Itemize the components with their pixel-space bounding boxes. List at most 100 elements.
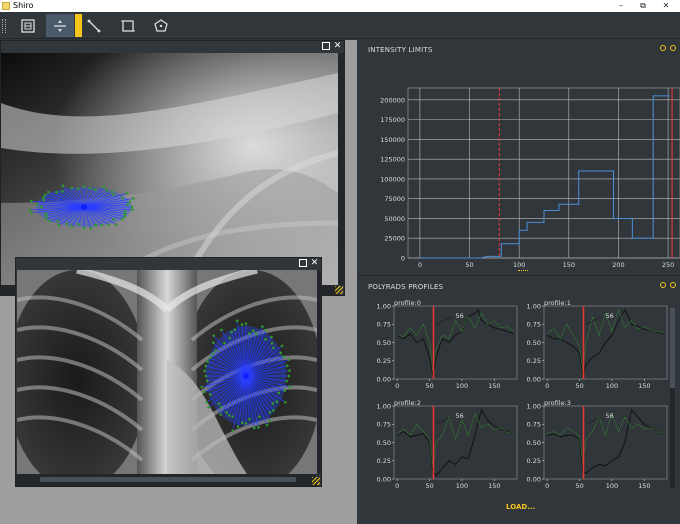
profile-chart-0[interactable]: profile:0 0 50 100 150 0.00 0.25 0.50 0.75 1.00 56	[377, 299, 518, 390]
profile-chart-3[interactable]: profile:3 0 50 100 150 0.00 0.25 0.50 0.75 1.00 56	[527, 399, 668, 490]
horizontal-scrollbar-2[interactable]	[16, 474, 317, 486]
profile-title: profile:0	[394, 299, 421, 307]
toolbar-grip[interactable]	[2, 19, 6, 33]
maximize-icon[interactable]	[322, 42, 330, 50]
roi-point	[251, 329, 255, 333]
profile-chart-2[interactable]: profile:2 0 50 100 150 0.00 0.25 0.50 0.75 1.00 56	[377, 399, 518, 490]
roi-point	[283, 389, 286, 392]
roi-point	[288, 385, 292, 389]
title-bar: Shiro – ⧉ ✕	[0, 0, 680, 12]
x-tick-label: 0	[545, 482, 549, 490]
intensity-limits-chart[interactable]: 0 50 100 150 200 250 0 25000 50000 75000 100000 125…	[358, 54, 680, 274]
roi-point	[131, 208, 134, 211]
x-tick-label: 250	[662, 261, 674, 269]
tool-line-measure[interactable]	[80, 14, 108, 37]
xray-view-2[interactable]: ✕	[15, 257, 322, 487]
close-dock-icon[interactable]	[670, 282, 676, 288]
image-frame-icon	[21, 18, 35, 33]
close-button[interactable]: ✕	[655, 0, 677, 12]
roi-center	[243, 373, 249, 379]
y-tick-label: 0.25	[377, 357, 391, 365]
load-button[interactable]: LOAD...	[506, 503, 535, 511]
roi-point	[287, 374, 291, 378]
horizontal-scrollbar-thumb-2[interactable]	[40, 477, 296, 482]
app-icon	[2, 2, 10, 10]
roi-center	[81, 204, 87, 210]
tool-horizontal-split[interactable]	[46, 14, 82, 37]
y-tick-label: 50000	[384, 215, 405, 223]
resize-grip-1[interactable]	[335, 286, 343, 294]
dock-splitter[interactable]	[518, 270, 528, 272]
roi-point	[244, 322, 248, 325]
vertical-scrollbar-1[interactable]	[338, 53, 345, 285]
x-tick-label: 0	[395, 482, 399, 490]
roi-point	[61, 190, 64, 193]
profiles-scrollbar[interactable]	[670, 308, 675, 488]
y-tick-label: 0.75	[527, 321, 541, 329]
profile-chart-1[interactable]: profile:1 0 50 100 150 0.00 0.25 0.50 0.75 1.00 56	[527, 299, 668, 390]
float-dock-icon[interactable]	[660, 282, 666, 288]
roi-point	[29, 199, 33, 203]
roi-point	[235, 319, 239, 323]
profile-marker-label: 56	[605, 412, 613, 420]
y-tick-label: 0.50	[527, 439, 541, 447]
y-tick-label: 150000	[380, 136, 405, 144]
roi-point	[285, 364, 289, 368]
roi-point	[208, 356, 212, 359]
profile-title: profile:1	[544, 299, 571, 307]
roi-point	[231, 429, 235, 432]
tool-polygon-roi[interactable]	[147, 14, 175, 37]
x-tick-label: 100	[606, 382, 618, 390]
roi-point	[82, 226, 86, 230]
x-tick-label: 50	[425, 382, 433, 390]
xray-image-shoulder[interactable]	[1, 53, 338, 285]
roi-point	[252, 426, 256, 430]
close-dock-icon[interactable]	[670, 45, 676, 51]
tool-crop-rectangle[interactable]	[114, 14, 142, 37]
roi-point	[214, 349, 217, 352]
roi-point	[203, 390, 206, 394]
roi-point	[112, 193, 115, 196]
roi-point	[128, 200, 132, 204]
roi-point	[123, 212, 127, 216]
roi-point	[30, 211, 33, 215]
y-tick-label: 0.75	[527, 421, 541, 429]
close-icon[interactable]: ✕	[333, 42, 342, 51]
horizontal-split-icon	[54, 19, 66, 32]
y-tick-label: 200000	[380, 96, 405, 104]
restore-button[interactable]: ⧉	[632, 0, 654, 12]
x-tick-label: 100	[456, 382, 468, 390]
y-tick-label: 0.25	[527, 457, 541, 465]
roi-point	[206, 360, 209, 363]
roi-point	[76, 187, 80, 191]
subwindow-2-header[interactable]: ✕	[16, 258, 321, 270]
xray-image-chest[interactable]	[17, 270, 317, 474]
float-dock-icon[interactable]	[660, 45, 666, 51]
subwindow-1-header[interactable]: ✕	[1, 41, 344, 53]
roi-point	[115, 223, 118, 226]
polyrads-profiles-dock: POLYRADS PROFILES profile:0 0 50 100 150 0.00…	[358, 278, 680, 524]
roi-point	[44, 217, 48, 221]
roi-point	[280, 344, 284, 348]
minimize-button[interactable]: –	[610, 0, 632, 12]
roi-point	[275, 400, 279, 404]
roi-point	[42, 195, 45, 199]
roi-point	[70, 225, 73, 228]
crop-rectangle-icon	[121, 19, 135, 32]
roi-point	[77, 223, 80, 226]
roi-point	[205, 401, 208, 404]
profiles-scrollbar-thumb[interactable]	[670, 308, 675, 388]
roi-point	[100, 223, 104, 227]
tool-image-frame[interactable]	[14, 14, 42, 37]
x-tick-label: 50	[575, 482, 583, 490]
window-title: Shiro	[13, 1, 34, 10]
chart-frame	[407, 87, 680, 259]
polyrads-profiles-charts[interactable]: profile:0 0 50 100 150 0.00 0.25 0.50 0.75 1.00 56…	[358, 294, 668, 504]
roi-point	[107, 223, 110, 227]
roi-point	[93, 188, 97, 191]
maximize-icon[interactable]	[299, 259, 307, 267]
resize-grip-2[interactable]	[312, 477, 320, 485]
vertical-scrollbar-2[interactable]	[317, 270, 322, 474]
close-icon[interactable]: ✕	[310, 259, 319, 268]
roi-point	[225, 411, 228, 414]
